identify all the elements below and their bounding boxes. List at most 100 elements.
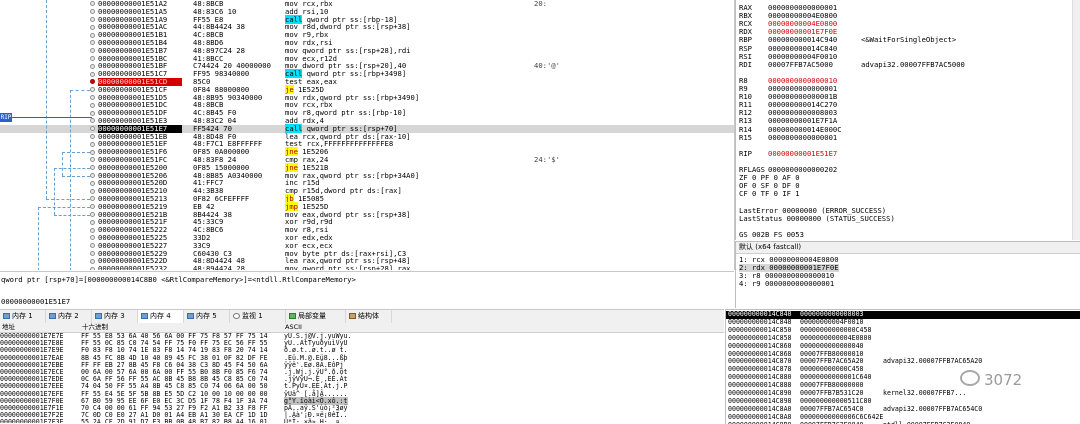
breakpoint-toggle[interactable] [90, 118, 95, 124]
call-arguments-panel[interactable]: 默认 (x64 fastcall) 1: rcx 00000000004E080… [735, 241, 1080, 308]
breakpoint-toggle[interactable] [90, 180, 95, 186]
breakpoint-toggle[interactable] [90, 71, 95, 77]
registers-scrollbar[interactable] [1072, 0, 1080, 240]
calling-convention-selector[interactable]: 默认 (x64 fastcall) [736, 242, 1080, 254]
jump-arrow [38, 206, 90, 208]
register-name: RDI [739, 59, 752, 69]
info-box: qword ptr [rsp+70]=[000000000014C8B0 <&R… [0, 271, 734, 310]
tab-6[interactable]: 监视 1 [230, 310, 286, 323]
memory-dump[interactable]: 地址 十六进制 ASCII 00000000001E7E7E FF 55 E8 5… [0, 323, 724, 423]
breakpoint-toggle[interactable] [90, 102, 95, 108]
dump-ascii-text: U*Ï-.×ã».H·.¸¤.. [284, 418, 348, 423]
disasm-row[interactable]: 00000000001E5232 48:894424 28 mov qword pt… [0, 265, 734, 270]
breakpoint-toggle[interactable] [90, 94, 95, 100]
breakpoint-toggle[interactable] [90, 157, 95, 163]
breakpoint-toggle[interactable] [90, 219, 95, 225]
memory-icon [95, 313, 102, 319]
breakpoint-toggle[interactable] [90, 87, 95, 93]
mnemonic: mov [285, 264, 298, 270]
stack-view[interactable]: 000000000014C840 0000000000008003 00000000… [725, 309, 1080, 424]
breakpoint-toggle[interactable] [90, 196, 95, 202]
call-argument-row[interactable]: 4: r9 0000000000000001 [739, 280, 834, 288]
stack-comment: kernel32.00007FFB7... [883, 389, 967, 397]
jump-arrow [54, 214, 90, 216]
jump-arrow [62, 175, 90, 177]
memory-icon [49, 313, 56, 319]
register-value[interactable]: ES 002B DS 002B [739, 238, 1069, 240]
dump-ascii[interactable]: U*Ï-.×ã».H·.¸¤.. [284, 419, 348, 423]
tab-1[interactable]: 内存 1 [0, 310, 46, 323]
info-operand-line: qword ptr [rsp+70]=[000000000014C8B0 <&R… [1, 275, 356, 284]
registers-panel[interactable]: RAX 0000000000000001 RBX 00000000004E0800 RC… [735, 0, 1080, 240]
jump-arrow [54, 167, 90, 169]
breakpoint-toggle[interactable] [90, 48, 95, 54]
breakpoint-toggle[interactable] [90, 172, 95, 178]
tab-label: 内存 2 [58, 312, 79, 320]
tab-label: 内存 3 [104, 312, 125, 320]
jump-arrow [62, 152, 90, 154]
tab-4[interactable]: 内存 4 [138, 310, 184, 324]
dump-row[interactable]: 00000000001E7F3E 55 2A CF 2D 91 D7 E3 BB … [0, 419, 724, 423]
register-value[interactable]: LastStatus 00000000 (STATUS_SUCCESS) [739, 214, 1069, 223]
breakpoint-toggle[interactable] [90, 266, 95, 270]
tab-7[interactable]: 局部变量 [286, 310, 346, 323]
tab-8[interactable]: 结构体 [346, 310, 392, 323]
disasm-instruction: mov rax,qword ptr ss:[rbp+34A0] [285, 170, 420, 180]
breakpoint-toggle[interactable] [90, 24, 95, 30]
breakpoint-toggle[interactable] [90, 165, 95, 171]
breakpoint-toggle[interactable] [90, 227, 95, 233]
breakpoint-toggle[interactable] [90, 16, 95, 22]
register-value[interactable]: 00000000001E51E7 [768, 149, 878, 158]
breakpoint-toggle[interactable] [90, 149, 95, 155]
breakpoint-toggle[interactable] [90, 235, 95, 241]
info-address-line: 00000000001E51E7 [1, 297, 71, 306]
dump-col-ascii[interactable]: ASCII [285, 323, 302, 332]
register-value[interactable]: 0000000000000001 [768, 133, 878, 142]
watch-icon [233, 313, 240, 319]
watermark: 3072 [960, 370, 1022, 389]
tab-3[interactable]: 内存 3 [92, 310, 138, 323]
register-comment: <&WaitForSingleObject> [861, 35, 957, 45]
tab-label: 局部变量 [298, 312, 326, 320]
breakpoint-toggle[interactable] [90, 1, 95, 7]
breakpoint-toggle[interactable] [90, 110, 95, 116]
disasm-comment: 24:'$' [534, 155, 560, 164]
jump-arrow [70, 89, 90, 91]
breakpoint-toggle[interactable] [90, 63, 95, 69]
register-name: R15 [739, 132, 752, 142]
dump-col-hex[interactable]: 十六进制 [82, 323, 108, 332]
breakpoint-toggle[interactable] [90, 40, 95, 46]
dump-col-address[interactable]: 地址 [2, 323, 15, 332]
breakpoint-toggle[interactable] [90, 126, 95, 132]
locals-icon [289, 313, 296, 319]
breakpoint-toggle[interactable] [90, 141, 95, 147]
breakpoint-toggle[interactable] [90, 188, 95, 194]
memory-icon [3, 313, 10, 319]
breakpoint-toggle[interactable] [90, 55, 95, 61]
disasm-address: 00000000001E5232 [98, 264, 168, 270]
rip-marker: RIP [0, 113, 12, 122]
stack-comment: advapi32.00007FFB7AC654C0 [883, 404, 983, 413]
dump-tabs[interactable]: 内存 1 内存 2 内存 3 内存 4 内存 5 监视 1 局部变量 结构体 [0, 309, 724, 324]
disasm-comment: 20: [534, 0, 547, 8]
memory-icon [141, 313, 148, 319]
dump-hex[interactable]: 55 2A CF 2D 91 D7 E3 BB 0B 48 B7 82 B8 A… [81, 419, 281, 423]
breakpoint-toggle[interactable] [90, 258, 95, 264]
wechat-icon [960, 370, 980, 386]
breakpoint-toggle[interactable] [90, 204, 95, 210]
tab-5[interactable]: 内存 5 [184, 310, 230, 323]
disasm-instruction: mov qword ptr ss:[rsp+28],rax [285, 265, 535, 270]
disassembly-view[interactable]: 00000000001E51A2 48:8BCB mov rcx,rbx 20: 000… [0, 0, 735, 270]
jump-arrow [46, 0, 47, 199]
breakpoint-toggle[interactable] [90, 243, 95, 249]
breakpoint-toggle[interactable] [90, 250, 95, 256]
breakpoint-toggle[interactable] [90, 133, 95, 139]
register-value[interactable]: CF 0 TF 0 IF 1 [739, 190, 1069, 198]
register-comment: advapi32.00007FFB7AC5000 [861, 59, 965, 69]
breakpoint-toggle[interactable] [90, 79, 95, 85]
tab-2[interactable]: 内存 2 [46, 310, 92, 323]
jump-arrow [38, 206, 39, 270]
breakpoint-toggle[interactable] [90, 32, 95, 38]
breakpoint-toggle[interactable] [90, 9, 95, 15]
breakpoint-toggle[interactable] [90, 211, 95, 217]
